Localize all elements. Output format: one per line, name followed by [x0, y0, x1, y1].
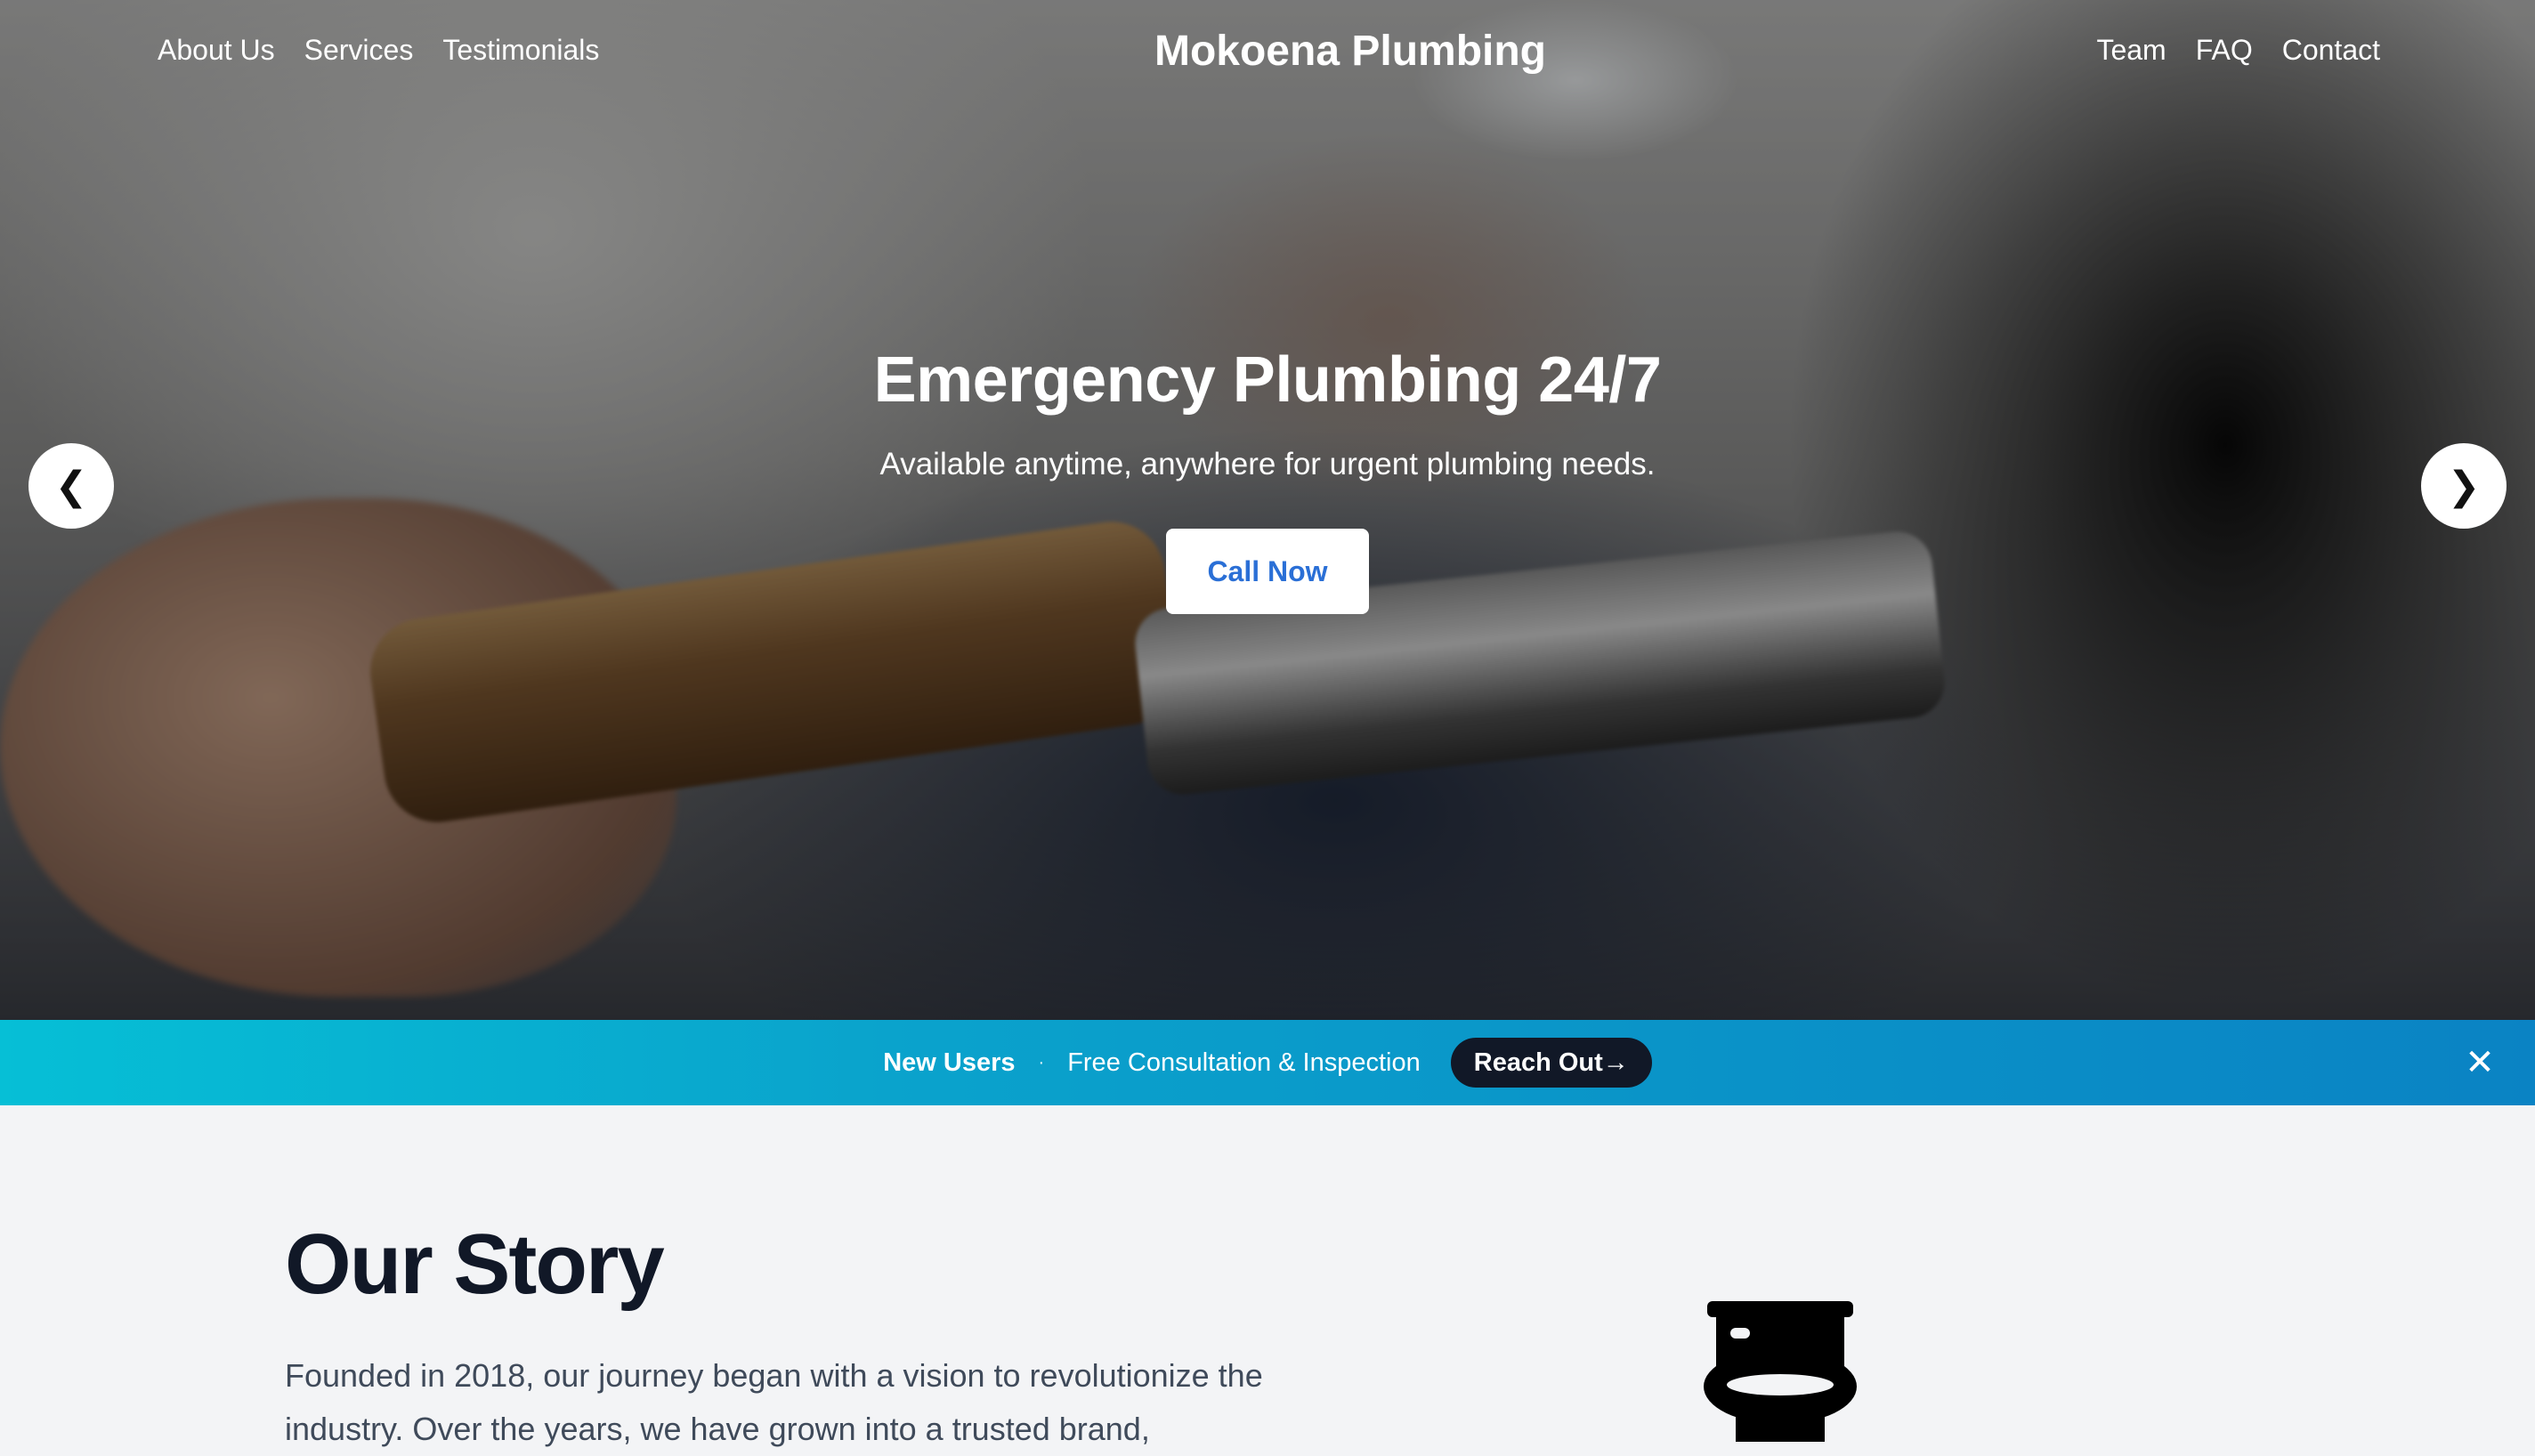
reach-out-button[interactable]: Reach Out→ [1450, 1038, 1652, 1088]
carousel-next-button[interactable]: ❯ [2421, 443, 2507, 529]
nav-link-contact[interactable]: Contact [2282, 34, 2380, 67]
top-navigation: About Us Services Testimonials Mokoena P… [0, 0, 2535, 109]
promo-close-button[interactable]: ✕ [2458, 1041, 2501, 1084]
chevron-left-icon: ❮ [54, 464, 88, 508]
promo-offer: Free Consultation & Inspection [1067, 1048, 1421, 1077]
story-title: Our Story [285, 1217, 665, 1312]
hero-title: Emergency Plumbing 24/7 [873, 344, 1662, 416]
promo-banner: New Users · Free Consultation & Inspecti… [0, 1020, 2535, 1105]
nav-right-group: Team FAQ Contact [2096, 34, 2380, 67]
promo-separator: · [1038, 1052, 1045, 1072]
call-now-button[interactable]: Call Now [1166, 529, 1369, 614]
chevron-right-icon: ❯ [2447, 464, 2481, 508]
story-text: Founded in 2018, our journey began with … [285, 1357, 1263, 1447]
hero-subtitle: Available anytime, anywhere for urgent p… [879, 447, 1656, 481]
toilet-icon [1704, 1301, 1857, 1442]
hero-banner: About Us Services Testimonials Mokoena P… [0, 0, 2535, 1020]
nav-link-team[interactable]: Team [2096, 34, 2166, 67]
close-icon: ✕ [2465, 1043, 2495, 1082]
nav-link-faq[interactable]: FAQ [2196, 34, 2253, 67]
hero-content: Emergency Plumbing 24/7 Available anytim… [0, 344, 2535, 614]
carousel-prev-button[interactable]: ❮ [28, 443, 114, 529]
promo-content: New Users · Free Consultation & Inspecti… [0, 1020, 2535, 1105]
promo-title: New Users [883, 1048, 1016, 1077]
